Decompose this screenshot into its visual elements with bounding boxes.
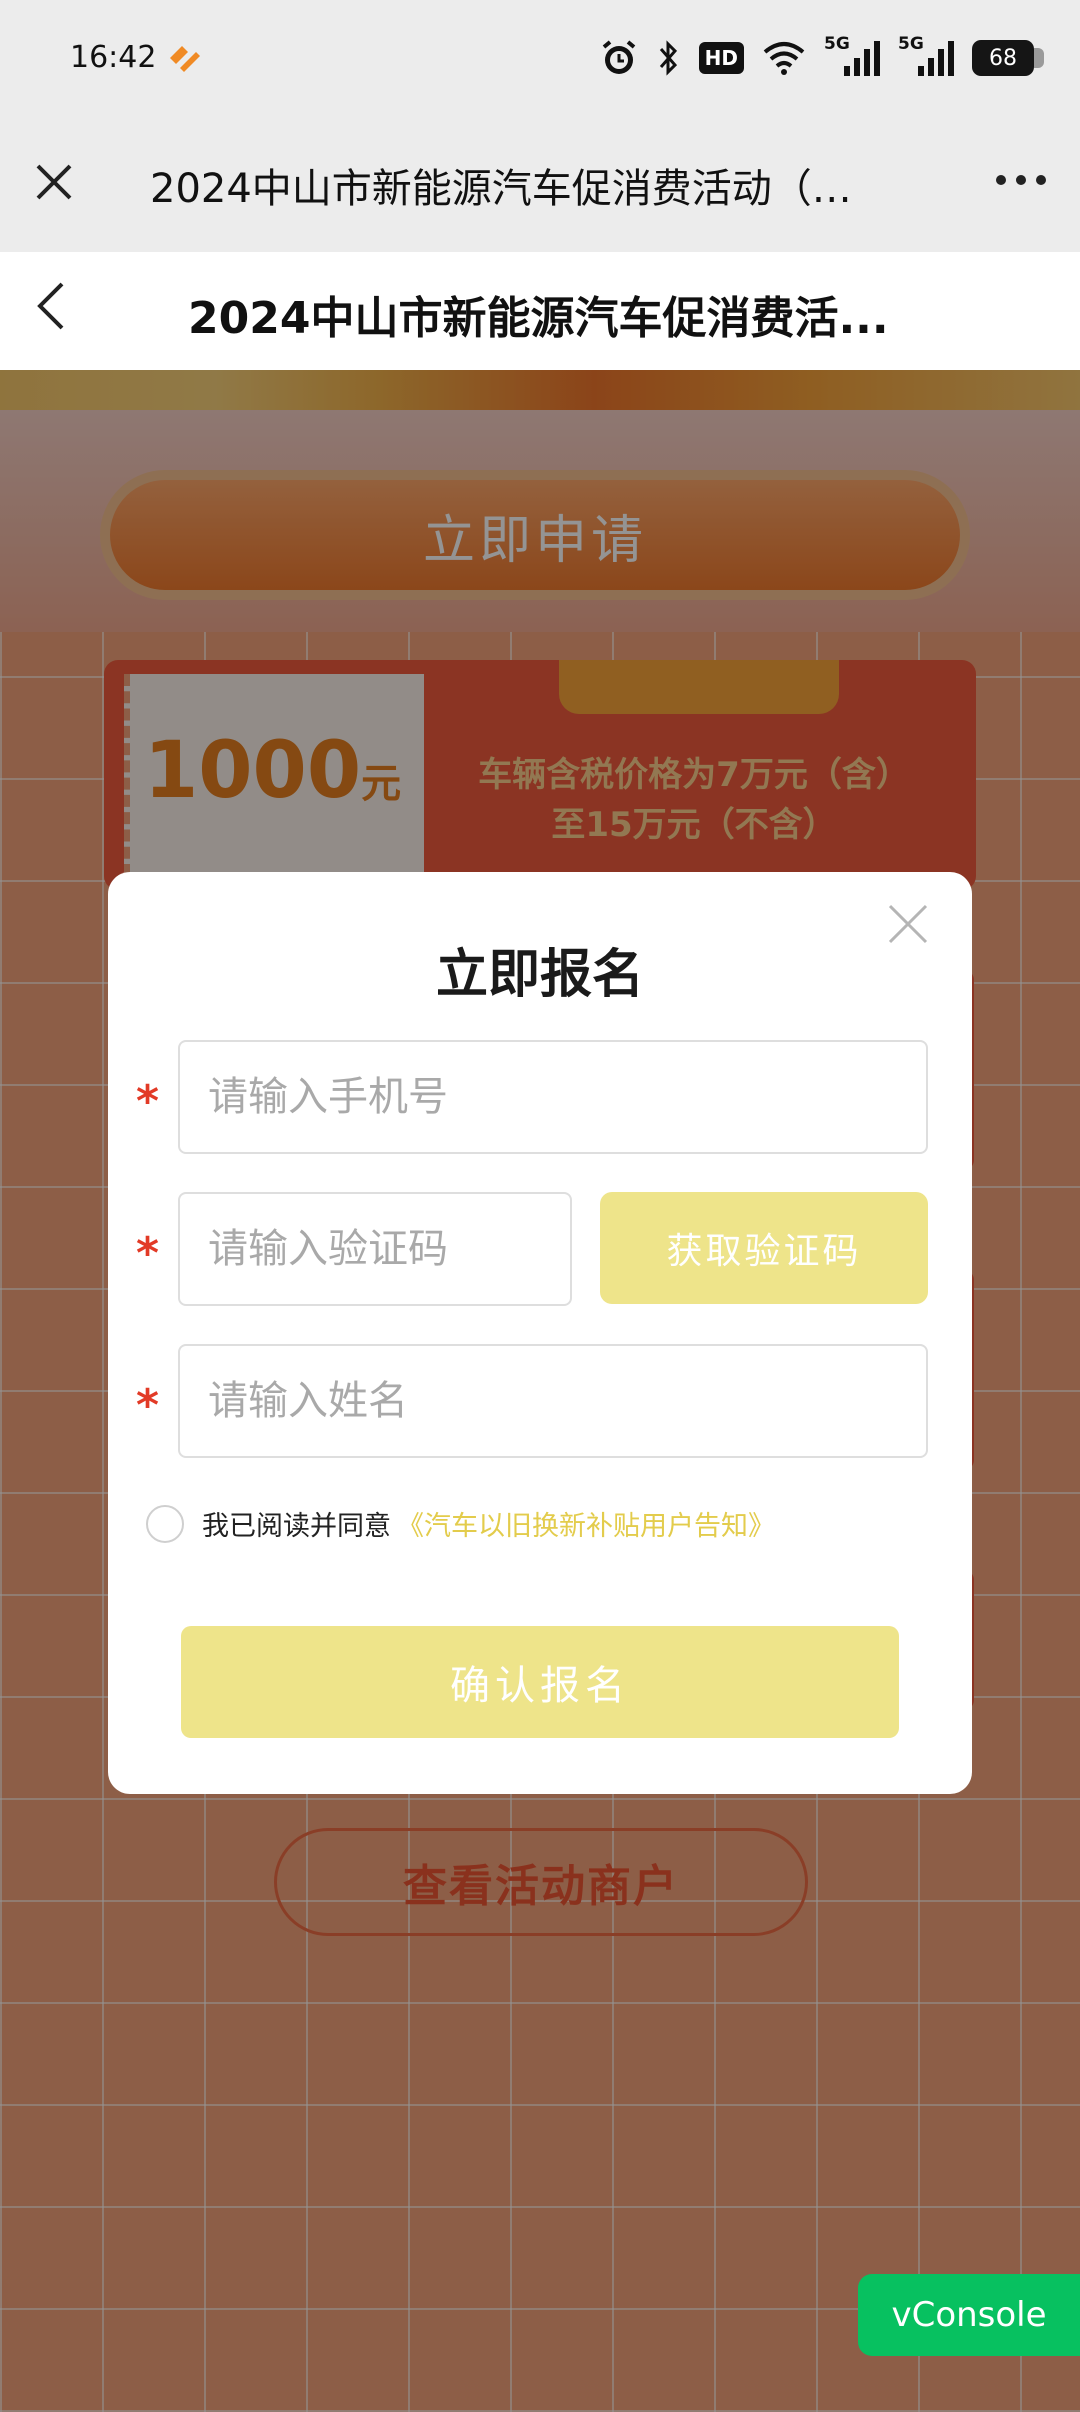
required-mark: *	[136, 1076, 160, 1127]
confirm-signup-button[interactable]: 确认报名	[181, 1626, 899, 1738]
webview-title: 2024中山市新能源汽车促消费活动（…	[150, 166, 852, 212]
vconsole-button[interactable]: vConsole	[858, 2274, 1080, 2356]
terms-link[interactable]: 《汽车以旧换新补贴用户告知》	[397, 1504, 775, 1543]
back-chevron-icon[interactable]	[34, 280, 68, 332]
webview-title-bar: 2024中山市新能源汽车促消费活动（…	[0, 126, 1080, 252]
status-bar: 16:42 HD 5G 5G 68	[0, 0, 1080, 126]
bluetooth-icon	[657, 39, 681, 77]
hd-label: HD	[704, 46, 738, 70]
agree-text: 我已阅读并同意	[202, 1511, 391, 1542]
signup-modal: 立即报名 * * 获取验证码 * 我已阅读并同意 《汽车以旧换新补贴用户告知》 …	[108, 872, 972, 1794]
phone-input[interactable]	[180, 1042, 926, 1152]
status-icons: HD 5G 5G 68	[599, 34, 1044, 78]
status-time: 16:42	[70, 40, 157, 75]
alarm-icon	[599, 38, 639, 78]
required-mark: *	[136, 1228, 160, 1279]
battery-indicator: 68	[972, 40, 1044, 76]
page-title: 2024中山市新能源汽车促消费活...	[188, 293, 888, 344]
wifi-icon	[762, 40, 806, 76]
page-header: 2024中山市新能源汽车促消费活...	[0, 252, 1080, 370]
close-icon[interactable]	[32, 160, 76, 204]
modal-title: 立即报名	[435, 945, 644, 1005]
battery-level: 68	[989, 45, 1017, 71]
code-field[interactable]	[178, 1192, 572, 1306]
verification-code-input[interactable]	[180, 1194, 570, 1304]
phone-field[interactable]	[178, 1040, 928, 1154]
get-code-button[interactable]: 获取验证码	[600, 1192, 928, 1304]
agreement-row: 我已阅读并同意 《汽车以旧换新补贴用户告知》	[146, 1504, 775, 1543]
5g-signal-icon: 5G	[898, 34, 954, 78]
required-mark: *	[136, 1380, 160, 1431]
agree-radio[interactable]	[146, 1504, 184, 1543]
5g-signal-icon: 5G	[824, 34, 880, 78]
orange-heart-app-icon	[166, 42, 202, 74]
more-dots-icon[interactable]	[994, 170, 1048, 190]
name-field[interactable]	[178, 1344, 928, 1458]
name-input[interactable]	[180, 1346, 926, 1456]
hd-icon: HD	[698, 42, 744, 74]
